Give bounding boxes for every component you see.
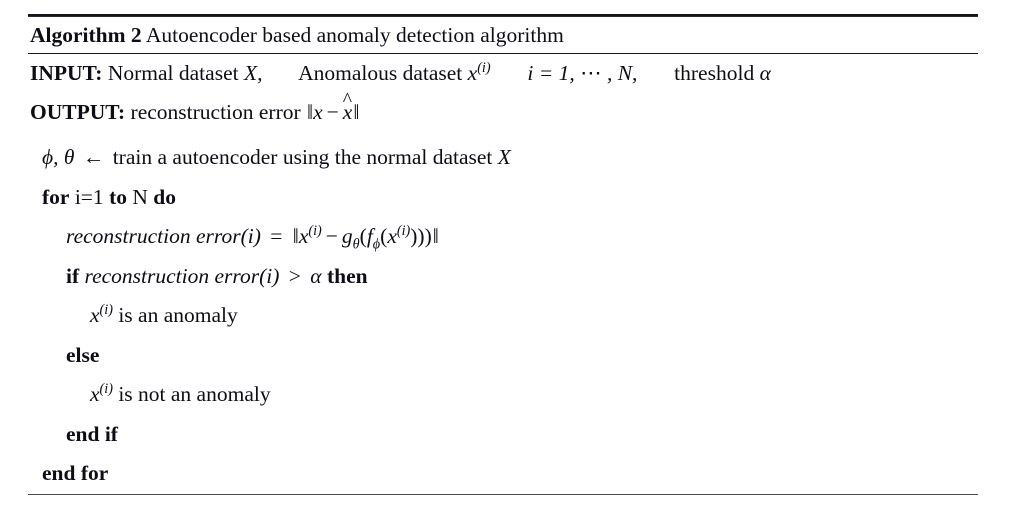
end-for-keyword: end for bbox=[42, 461, 109, 485]
output-x-var: x bbox=[313, 100, 323, 124]
algorithm-title-description: Autoencoder based anomaly detection algo… bbox=[145, 23, 564, 47]
anomaly-x-superscript: (i) bbox=[99, 301, 113, 318]
output-label: OUTPUT: bbox=[30, 100, 126, 124]
is-anomaly-line: x(i) is an anomaly bbox=[28, 296, 978, 336]
anomaly-x-var: x bbox=[90, 303, 100, 327]
algorithm-title-keyword: Algorithm bbox=[30, 23, 126, 47]
train-autoencoder-text: train a autoencoder using the normal dat… bbox=[112, 145, 493, 169]
reconstruction-error-arg: (i) bbox=[240, 224, 261, 248]
equals-operator: = bbox=[270, 224, 283, 248]
algorithm-output-line: OUTPUT: reconstruction error ‖x−x‖ bbox=[28, 93, 978, 132]
output-text: reconstruction error bbox=[130, 100, 301, 124]
input-anomalous-dataset-text: Anomalous dataset bbox=[298, 61, 463, 85]
is-not-anomaly-line: x(i) is not an anomaly bbox=[28, 375, 978, 415]
algorithm-block: Algorithm 2 Autoencoder based anomaly de… bbox=[28, 14, 978, 495]
for-counter-init: i=1 bbox=[74, 184, 104, 209]
do-keyword: do bbox=[153, 184, 176, 209]
input-index-dots: ⋯ bbox=[580, 61, 602, 85]
else-line: else bbox=[28, 336, 978, 376]
input-threshold-text: threshold bbox=[674, 61, 755, 85]
formula-x-superscript: (i) bbox=[308, 222, 322, 239]
input-index-end: , N, bbox=[606, 61, 638, 85]
input-normal-dataset-text: Normal dataset bbox=[107, 61, 239, 85]
assign-arrow-icon: ← bbox=[82, 145, 105, 169]
if-keyword: if bbox=[66, 263, 80, 288]
to-keyword: to bbox=[109, 184, 127, 209]
algorithm-title-number: 2 bbox=[130, 23, 142, 47]
for-upper-bound: N bbox=[132, 184, 148, 209]
train-autoencoder-line: ϕ, θ ← train a autoencoder using the nor… bbox=[28, 138, 978, 178]
then-keyword: then bbox=[326, 263, 368, 288]
if-threshold-symbol: α bbox=[310, 263, 322, 288]
decoder-g-function: g bbox=[341, 224, 353, 248]
train-dataset-var: X bbox=[497, 145, 511, 169]
formula-minus-operator: − bbox=[325, 224, 338, 248]
formula-norm-open: ‖ bbox=[292, 224, 299, 248]
not-anomaly-x-superscript: (i) bbox=[99, 380, 113, 397]
algorithm-title: Algorithm 2 Autoencoder based anomaly de… bbox=[28, 17, 978, 53]
for-keyword: for bbox=[42, 184, 70, 209]
algorithm-bottom-rule bbox=[28, 493, 978, 495]
output-norm-close: ‖ bbox=[353, 100, 359, 124]
formula-inner-x-var: x bbox=[387, 224, 397, 248]
end-if-keyword: end if bbox=[66, 421, 118, 446]
output-x-hat-var: x bbox=[343, 93, 353, 132]
input-normal-dataset-var: X, bbox=[243, 61, 263, 85]
formula-x-var: x bbox=[298, 224, 309, 248]
input-threshold-symbol: α bbox=[759, 61, 771, 85]
end-for-line: end for bbox=[28, 454, 978, 494]
output-minus-operator: − bbox=[326, 100, 339, 124]
for-loop-line: for i=1 to N do bbox=[28, 178, 978, 218]
else-keyword: else bbox=[66, 342, 100, 367]
reconstruction-error-name: reconstruction error bbox=[66, 224, 241, 248]
not-anomaly-x-var: x bbox=[90, 382, 100, 406]
phi-symbol: ϕ, bbox=[42, 145, 59, 169]
decoder-open-paren: ( bbox=[359, 224, 367, 248]
algorithm-body: ϕ, θ ← train a autoencoder using the nor… bbox=[28, 132, 978, 494]
algorithm-input-line: INPUT: Normal dataset X, Anomalous datas… bbox=[28, 54, 978, 93]
decoder-theta-subscript: θ bbox=[352, 236, 360, 253]
greater-than-operator: > bbox=[288, 263, 301, 288]
if-reconstruction-error-name: reconstruction error bbox=[84, 263, 260, 288]
input-label: INPUT: bbox=[30, 61, 103, 85]
theta-symbol: θ bbox=[63, 145, 75, 169]
input-index-start: i = 1, bbox=[527, 61, 575, 85]
reconstruction-error-formula-line: reconstruction error(i) = ‖x(i) − gθ(fϕ(x(… bbox=[28, 217, 978, 257]
formula-inner-x-superscript: (i) bbox=[396, 222, 411, 239]
is-not-anomaly-text: is not an anomaly bbox=[118, 382, 271, 406]
end-if-line: end if bbox=[28, 415, 978, 455]
is-anomaly-text: is an anomaly bbox=[118, 303, 238, 327]
formula-close-parens: ))) bbox=[410, 224, 432, 248]
input-anomalous-dataset-superscript: (i) bbox=[477, 59, 491, 76]
if-reconstruction-error-arg: (i) bbox=[259, 263, 280, 288]
if-condition-line: if reconstruction error(i) > α then bbox=[28, 257, 978, 297]
formula-norm-close: ‖ bbox=[432, 224, 439, 248]
input-anomalous-dataset-var: x bbox=[467, 61, 478, 85]
